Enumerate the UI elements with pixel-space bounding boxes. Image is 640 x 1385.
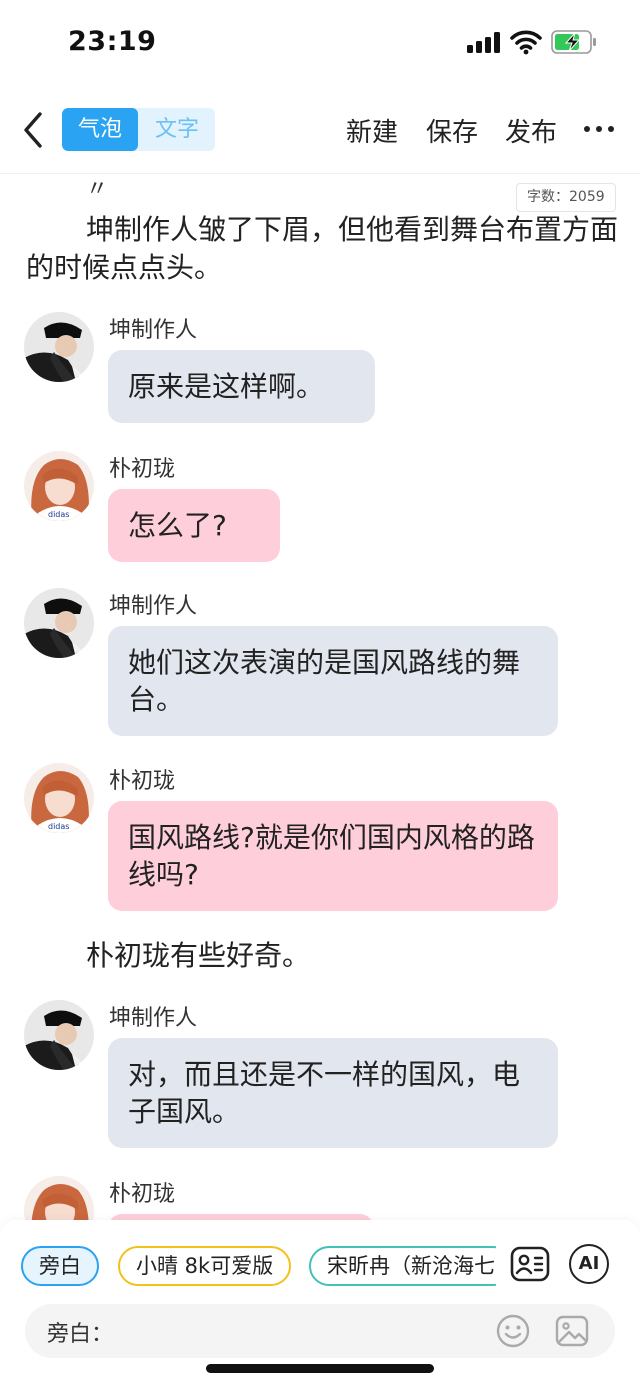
input-panel: 旁白 小晴 8k可爱版 宋昕冉（新沧海七 AI 旁白： [0, 1220, 640, 1385]
status-time: 23:19 [68, 26, 157, 57]
avatar[interactable] [24, 588, 94, 658]
avatar[interactable]: didas [24, 451, 94, 521]
battery-charging-icon [551, 30, 596, 54]
chip-character[interactable]: 宋昕冉（新沧海七 [309, 1246, 496, 1286]
input-role-label: 旁白： [47, 1322, 114, 1347]
tab-text[interactable]: 文字 [139, 108, 215, 151]
avatar[interactable]: didas [24, 763, 94, 833]
speaker-name: 坤制作人 [109, 318, 198, 343]
message-input[interactable] [115, 1312, 485, 1350]
story-content[interactable]: 〃 字数：2059 坤制作人皱了下眉，但他看到舞台布置方面的时候点点头。 坤制作… [0, 175, 640, 1220]
chat-bubble[interactable]: 对，而且还是不一样的国风，电子国风。 [108, 1038, 558, 1148]
speaker-name: 朴初珑 [109, 1182, 176, 1207]
chat-bubble[interactable]: 国风路线?就是你们国内风格的路线吗? [108, 801, 558, 911]
avatar[interactable] [24, 1000, 94, 1070]
chevron-left-icon[interactable] [16, 108, 50, 152]
character-card-icon[interactable] [510, 1244, 550, 1284]
avatar[interactable] [24, 1176, 94, 1220]
input-bar: 旁白： [25, 1304, 615, 1358]
save-button[interactable]: 保存 [426, 112, 478, 149]
tab-bubble[interactable]: 气泡 [62, 108, 138, 151]
new-button[interactable]: 新建 [346, 112, 398, 149]
speaker-name: 朴初珑 [109, 769, 176, 794]
speaker-name: 朴初珑 [109, 457, 176, 482]
chip-narration[interactable]: 旁白 [21, 1246, 99, 1286]
avatar[interactable] [24, 312, 94, 382]
status-bar: 23:19 [0, 0, 640, 90]
quote-mark: 〃 [86, 177, 109, 202]
wifi-icon [510, 30, 542, 55]
mode-segmented-control: 气泡 文字 [62, 108, 215, 151]
chip-character[interactable]: 小晴 8k可爱版 [118, 1246, 292, 1286]
home-indicator [206, 1364, 434, 1373]
speaker-name: 坤制作人 [109, 594, 198, 619]
chat-bubble[interactable]: 原来是这样啊。 [108, 350, 375, 423]
word-count-badge: 字数：2059 [516, 183, 616, 212]
more-dots-icon[interactable] [584, 126, 614, 136]
top-nav-bar: 气泡 文字 新建 保存 发布 [0, 90, 640, 174]
publish-button[interactable]: 发布 [505, 112, 557, 149]
emoji-icon[interactable] [495, 1313, 531, 1349]
image-icon[interactable] [554, 1313, 590, 1349]
cellular-signal-icon [467, 31, 503, 53]
narration-text: 朴初珑有些好奇。 [86, 939, 311, 972]
speaker-name: 坤制作人 [109, 1006, 198, 1031]
ai-assistant-button[interactable]: AI [569, 1244, 609, 1284]
narration-text: 坤制作人皱了下眉，但他看到舞台布置方面的时候点点头。 [26, 213, 619, 284]
svg-text:didas: didas [48, 822, 69, 831]
chat-bubble[interactable]: 她们这次表演的是国风路线的舞台。 [108, 626, 558, 736]
character-chip-row[interactable]: 旁白 小晴 8k可爱版 宋昕冉（新沧海七 [0, 1246, 496, 1286]
svg-text:didas: didas [48, 510, 69, 519]
chat-bubble[interactable]: 怎么了? [108, 489, 280, 562]
